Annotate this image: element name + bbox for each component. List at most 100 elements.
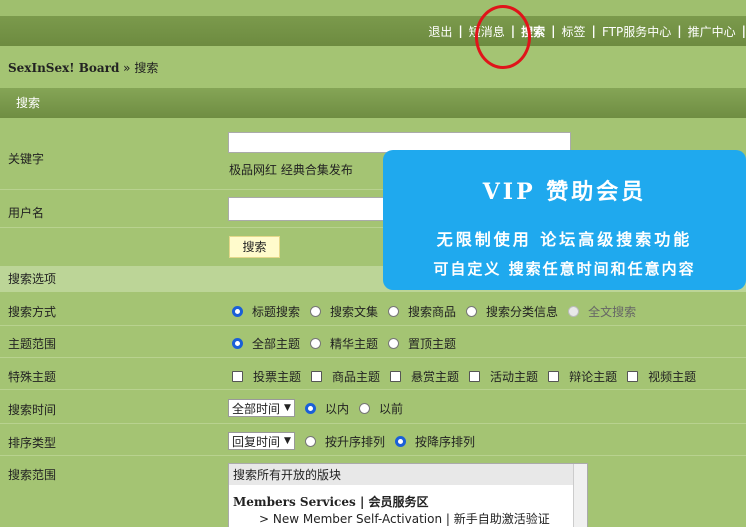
search-mode-options: 标题搜索 搜索文集 搜索商品 搜索分类信息 全文搜索 — [232, 303, 646, 320]
radio-before[interactable]: 以前 — [358, 400, 403, 417]
search-mode-row: 搜索方式 标题搜索 搜索文集 搜索商品 搜索分类信息 全文搜索 — [0, 294, 746, 326]
option-label: 搜索商品 — [408, 305, 457, 319]
option-label: 视频主题 — [648, 370, 697, 384]
search-mode-label: 搜索方式 — [8, 305, 57, 319]
radio-product-search[interactable]: 搜索商品 — [388, 303, 456, 320]
vip-line-2: 可自定义 搜索任意时间和任意内容 — [433, 260, 696, 278]
keyword-label: 关键字 — [8, 152, 45, 166]
nav-logout[interactable]: 退出 — [422, 23, 458, 40]
search-time-row: 搜索时间 全部时间 ▼ 以内 以前 — [0, 390, 746, 424]
radio-digest-topics[interactable]: 精华主题 — [310, 335, 378, 352]
radio-selected-icon[interactable] — [394, 435, 406, 447]
special-topics-row: 特殊主题 投票主题 商品主题 悬赏主题 活动主题 辩论主题 视频主题 — [0, 358, 746, 390]
select-value: 全部时间 — [232, 401, 281, 416]
listbox-category[interactable]: Members Services | 会员服务区 — [229, 485, 587, 510]
radio-icon[interactable] — [304, 435, 316, 447]
radio-icon[interactable] — [358, 402, 370, 414]
username-input[interactable] — [228, 197, 388, 221]
nav-links: 退出 | 短消息 | 搜索 | 标签 | FTP服务中心 | 推广中心 | — [422, 16, 746, 46]
checkbox-icon[interactable] — [548, 371, 560, 382]
checkbox-icon[interactable] — [311, 371, 323, 382]
option-label: 投票主题 — [253, 370, 302, 384]
keyword-hint[interactable]: 极品网红 经典合集发布 — [229, 161, 353, 178]
option-label: 置顶主题 — [408, 337, 457, 351]
radio-disabled-icon — [568, 306, 580, 317]
checkbox-debate[interactable]: 辩论主题 — [548, 368, 617, 385]
option-label: 活动主题 — [490, 370, 539, 384]
radio-icon[interactable] — [466, 306, 478, 317]
vip-line-1: 无限制使用 论坛高级搜索功能 — [436, 230, 693, 249]
nav-promo[interactable]: 推广中心 — [682, 23, 742, 40]
sort-field-select[interactable]: 回复时间 ▼ — [228, 432, 295, 450]
option-label: 全部主题 — [252, 337, 301, 351]
nav-tags[interactable]: 标签 — [556, 23, 592, 40]
listbox-option-all[interactable]: 搜索所有开放的版块 — [229, 464, 587, 485]
option-label: 搜索分类信息 — [486, 305, 559, 319]
vip-promo-banner[interactable]: VIP 赞助会员 无限制使用 论坛高级搜索功能 可自定义 搜索任意时间和任意内容 — [383, 150, 746, 290]
checkbox-icon[interactable] — [232, 371, 243, 382]
sort-type-row: 排序类型 回复时间 ▼ 按升序排列 按降序排列 — [0, 424, 746, 456]
search-section-header: 搜索 — [0, 88, 746, 118]
category-separator: | — [359, 495, 369, 509]
radio-sticky-topics[interactable]: 置顶主题 — [388, 335, 456, 352]
radio-selected-icon[interactable] — [304, 402, 316, 414]
topic-scope-label: 主题范围 — [8, 337, 57, 351]
option-label: 全文搜索 — [588, 305, 637, 319]
radio-fulltext-search: 全文搜索 — [568, 303, 636, 320]
nav-separator: | — [741, 24, 746, 38]
breadcrumb-home[interactable]: SexInSex! Board — [8, 61, 119, 75]
search-time-label: 搜索时间 — [8, 403, 57, 417]
vip-title: VIP 赞助会员 — [482, 179, 647, 205]
forum-scope-listbox[interactable]: 搜索所有开放的版块 Members Services | 会员服务区 > New… — [228, 463, 588, 527]
checkbox-video[interactable]: 视频主题 — [627, 368, 696, 385]
radio-descending[interactable]: 按降序排列 — [394, 433, 475, 450]
radio-category-search[interactable]: 搜索分类信息 — [466, 303, 558, 320]
search-time-options: 全部时间 ▼ 以内 以前 — [228, 399, 413, 417]
radio-all-topics[interactable]: 全部主题 — [232, 335, 300, 352]
select-value: 回复时间 — [232, 434, 281, 449]
special-topics-label: 特殊主题 — [8, 370, 57, 384]
option-label: 悬赏主题 — [411, 370, 460, 384]
radio-collection-search[interactable]: 搜索文集 — [310, 303, 378, 320]
option-label: 以前 — [378, 401, 403, 416]
listbox-scrollbar[interactable] — [573, 464, 587, 527]
option-label: 精华主题 — [330, 337, 379, 351]
radio-selected-icon[interactable] — [232, 306, 243, 317]
checkbox-product[interactable]: 商品主题 — [311, 368, 380, 385]
checkbox-poll[interactable]: 投票主题 — [232, 368, 301, 385]
radio-icon[interactable] — [310, 306, 322, 317]
category-name-cn: 会员服务区 — [368, 495, 429, 509]
option-label: 以内 — [324, 401, 349, 416]
radio-selected-icon[interactable] — [232, 338, 243, 349]
checkbox-icon[interactable] — [390, 371, 402, 382]
radio-icon[interactable] — [388, 306, 400, 317]
search-scope-label: 搜索范围 — [8, 468, 57, 482]
option-label: 辩论主题 — [569, 370, 618, 384]
topic-scope-row: 主题范围 全部主题 精华主题 置顶主题 — [0, 326, 746, 358]
checkbox-icon[interactable] — [627, 371, 639, 382]
checkbox-reward[interactable]: 悬赏主题 — [390, 368, 459, 385]
checkbox-icon[interactable] — [469, 371, 481, 382]
checkbox-activity[interactable]: 活动主题 — [469, 368, 538, 385]
listbox-forum-item[interactable]: > New Member Self-Activation | 新手自助激活验证 — [229, 510, 587, 527]
radio-within[interactable]: 以内 — [304, 400, 349, 417]
nav-ftp[interactable]: FTP服务中心 — [596, 23, 677, 40]
special-topics-options: 投票主题 商品主题 悬赏主题 活动主题 辩论主题 视频主题 — [232, 368, 706, 385]
option-label: 商品主题 — [332, 370, 381, 384]
category-name-en: Members Services — [233, 495, 356, 509]
username-label: 用户名 — [8, 206, 45, 220]
highlight-circle — [475, 5, 531, 69]
option-label: 按升序排列 — [324, 434, 385, 449]
sort-type-options: 回复时间 ▼ 按升序排列 按降序排列 — [228, 432, 485, 450]
radio-ascending[interactable]: 按升序排列 — [304, 433, 385, 450]
breadcrumb-current: 搜索 — [134, 61, 159, 75]
topic-scope-options: 全部主题 精华主题 置顶主题 — [232, 335, 466, 352]
radio-icon[interactable] — [310, 338, 322, 349]
time-range-select[interactable]: 全部时间 ▼ — [228, 399, 295, 417]
radio-icon[interactable] — [388, 338, 400, 349]
option-label: 标题搜索 — [252, 305, 301, 319]
search-button[interactable]: 搜索 — [229, 236, 280, 258]
radio-title-search[interactable]: 标题搜索 — [232, 303, 300, 320]
top-nav: 退出 | 短消息 | 搜索 | 标签 | FTP服务中心 | 推广中心 | — [0, 0, 746, 46]
breadcrumb-separator: » — [123, 61, 131, 75]
